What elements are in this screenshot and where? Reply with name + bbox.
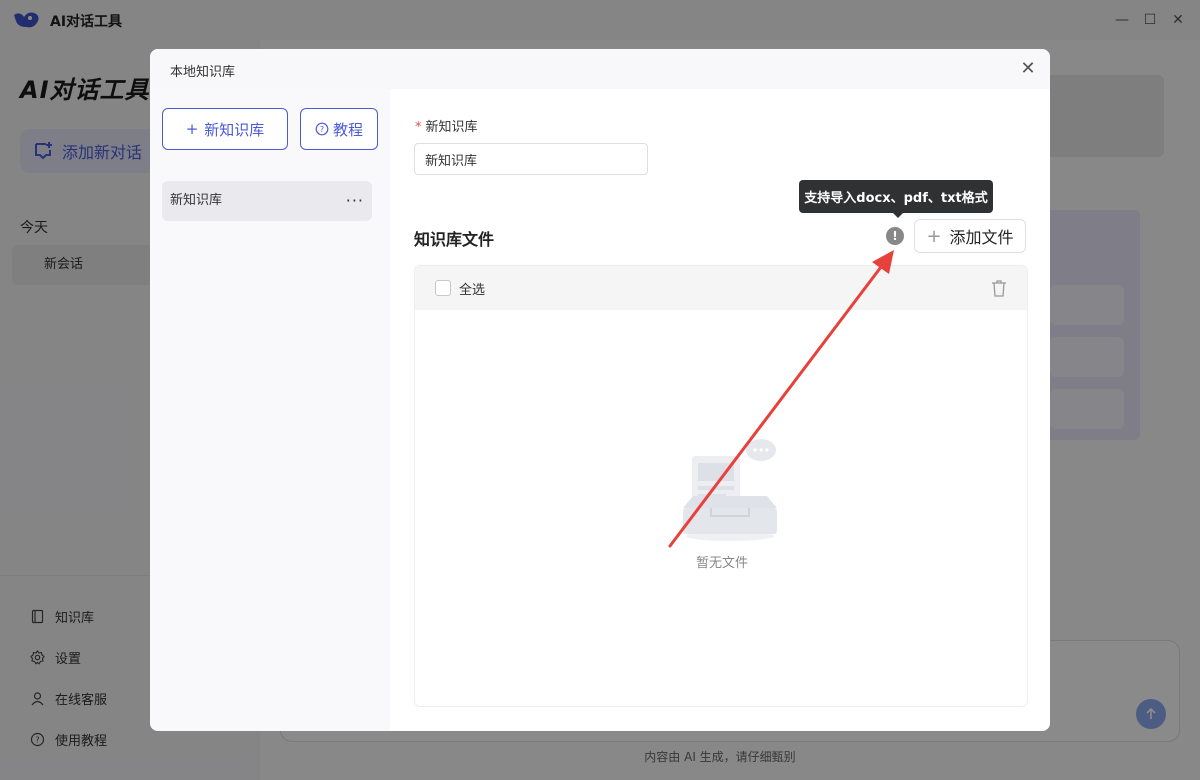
kb-name-label: * 新知识库 bbox=[415, 116, 478, 135]
empty-state-text: 暂无文件 bbox=[695, 556, 748, 571]
kb-list-item[interactable]: 新知识库 ··· bbox=[162, 181, 372, 221]
add-file-button[interactable]: + 添加文件 bbox=[914, 219, 1026, 253]
files-section-title: 知识库文件 bbox=[414, 230, 495, 249]
empty-box-icon bbox=[683, 439, 777, 541]
tutorial-label: 教程 bbox=[332, 120, 363, 139]
new-kb-label: 新知识库 bbox=[204, 120, 265, 139]
info-icon[interactable]: ! bbox=[886, 227, 904, 245]
plus-icon: + bbox=[926, 225, 942, 247]
kb-list-panel: + 新知识库 ? 教程 新知识库 ··· bbox=[150, 89, 390, 731]
modal-title: 本地知识库 bbox=[170, 65, 236, 80]
help-circle-icon: ? bbox=[315, 122, 329, 136]
table-header: 全选 bbox=[415, 266, 1027, 310]
tutorial-button[interactable]: ? 教程 bbox=[300, 108, 378, 150]
kb-name-label-text: 新知识库 bbox=[425, 120, 478, 135]
format-tooltip: 支持导入docx、pdf、txt格式 bbox=[799, 180, 993, 218]
kb-name-input[interactable] bbox=[414, 143, 648, 175]
new-kb-button[interactable]: + 新知识库 bbox=[162, 108, 288, 150]
more-options-icon[interactable]: ··· bbox=[346, 181, 364, 221]
knowledge-base-modal: 本地知识库 ✕ + 新知识库 ? 教程 新知识库 ··· *新知识库 支持导入d… bbox=[150, 49, 1050, 731]
file-table: 全选 暂无文件 bbox=[414, 265, 1028, 707]
add-file-label: 添加文件 bbox=[949, 228, 1014, 247]
trash-icon[interactable] bbox=[989, 278, 1009, 298]
select-all-checkbox[interactable] bbox=[435, 280, 451, 296]
select-all-label: 全选 bbox=[459, 283, 486, 298]
svg-text:?: ? bbox=[320, 125, 324, 134]
modal-header: 本地知识库 ✕ bbox=[150, 49, 1050, 89]
required-mark: * bbox=[415, 120, 422, 135]
kb-item-name: 新知识库 bbox=[170, 193, 223, 208]
modal-close-button[interactable]: ✕ bbox=[1018, 59, 1038, 79]
kb-detail-panel: *新知识库 支持导入docx、pdf、txt格式 知识库文件 ! + 添加文件 … bbox=[390, 89, 1050, 731]
plus-icon: + bbox=[185, 120, 199, 138]
